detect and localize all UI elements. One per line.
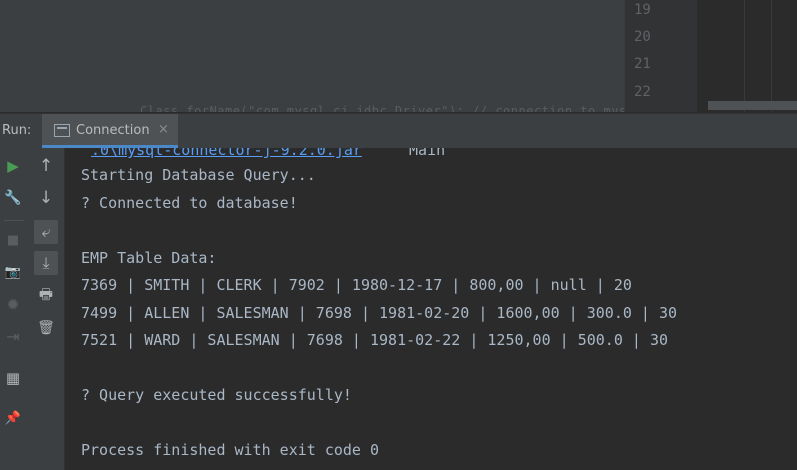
tab-title: Connection (76, 123, 150, 138)
debug-bug-icon[interactable]: ✹ (1, 292, 25, 316)
console-line: Process finished with exit code 0 (81, 441, 380, 459)
tab-connection[interactable]: Connection × (42, 114, 178, 148)
camera-icon[interactable]: 📷 (1, 260, 25, 284)
stop-icon[interactable]: ■ (1, 228, 25, 252)
wrench-icon[interactable]: 🔧 (1, 186, 25, 210)
editor-area: Class.forName("com.mysql.cj.jdbc.Driver"… (0, 0, 797, 112)
console-line: 7369 | SMITH | CLERK | 7902 | 1980-12-17… (81, 276, 632, 294)
console-line: 7521 | WARD | SALESMAN | 7698 | 1981-02-… (81, 331, 668, 349)
console-line: Starting Database Query... (81, 166, 316, 184)
toolbar-separator (4, 220, 24, 221)
editor-overflow-text: Class.forName("com.mysql.cj.jdbc.Driver"… (140, 104, 643, 112)
line-number: 21 (634, 56, 651, 72)
scroll-up-icon[interactable]: ↑ (34, 154, 58, 178)
console-line: ? Connected to database! (81, 194, 298, 212)
console-icon (54, 124, 70, 137)
console-line: EMP Table Data: (81, 249, 217, 267)
run-tool-window-header: Run: Connection × (0, 113, 797, 149)
console-line: ? Query executed successfully! (81, 386, 352, 404)
rerun-icon[interactable]: ▶ (1, 154, 25, 178)
layout-icon[interactable]: ▦ (1, 366, 25, 390)
command-tail: Main (400, 148, 446, 159)
console-output[interactable]: .0\mysql-connector-j-9.2.0.jar Main Star… (65, 148, 797, 470)
scroll-to-end-icon[interactable]: ⤓ (34, 251, 58, 275)
jar-path-link[interactable]: .0\mysql-connector-j-9.2.0.jar (91, 148, 362, 159)
line-number: 20 (634, 29, 651, 45)
line-number: 19 (634, 2, 651, 18)
run-label: Run: (2, 123, 32, 138)
indent-guide (744, 0, 745, 112)
console-line: 7499 | ALLEN | SALESMAN | 7698 | 1981-02… (81, 304, 678, 322)
line-number: 22 (634, 84, 651, 100)
pin-icon[interactable]: 📌 (1, 406, 25, 430)
horizontal-scrollbar[interactable] (708, 101, 797, 110)
indent-guide (771, 0, 772, 112)
exit-icon[interactable]: ⇥ (1, 324, 25, 348)
code-editor[interactable] (697, 0, 797, 112)
scroll-down-icon[interactable]: ↓ (34, 186, 58, 210)
console-actions-toolbar: ↑ ↓ ⤶ ⤓ 🖶 🗑 (28, 148, 65, 470)
close-icon[interactable]: × (158, 122, 169, 137)
trash-icon[interactable]: 🗑 (34, 316, 58, 340)
print-icon[interactable]: 🖶 (34, 284, 58, 308)
run-actions-toolbar: ▶ 🔧 ■ 📷 ✹ ⇥ ▦ 📌 (0, 148, 28, 470)
soft-wrap-icon[interactable]: ⤶ (34, 220, 58, 244)
